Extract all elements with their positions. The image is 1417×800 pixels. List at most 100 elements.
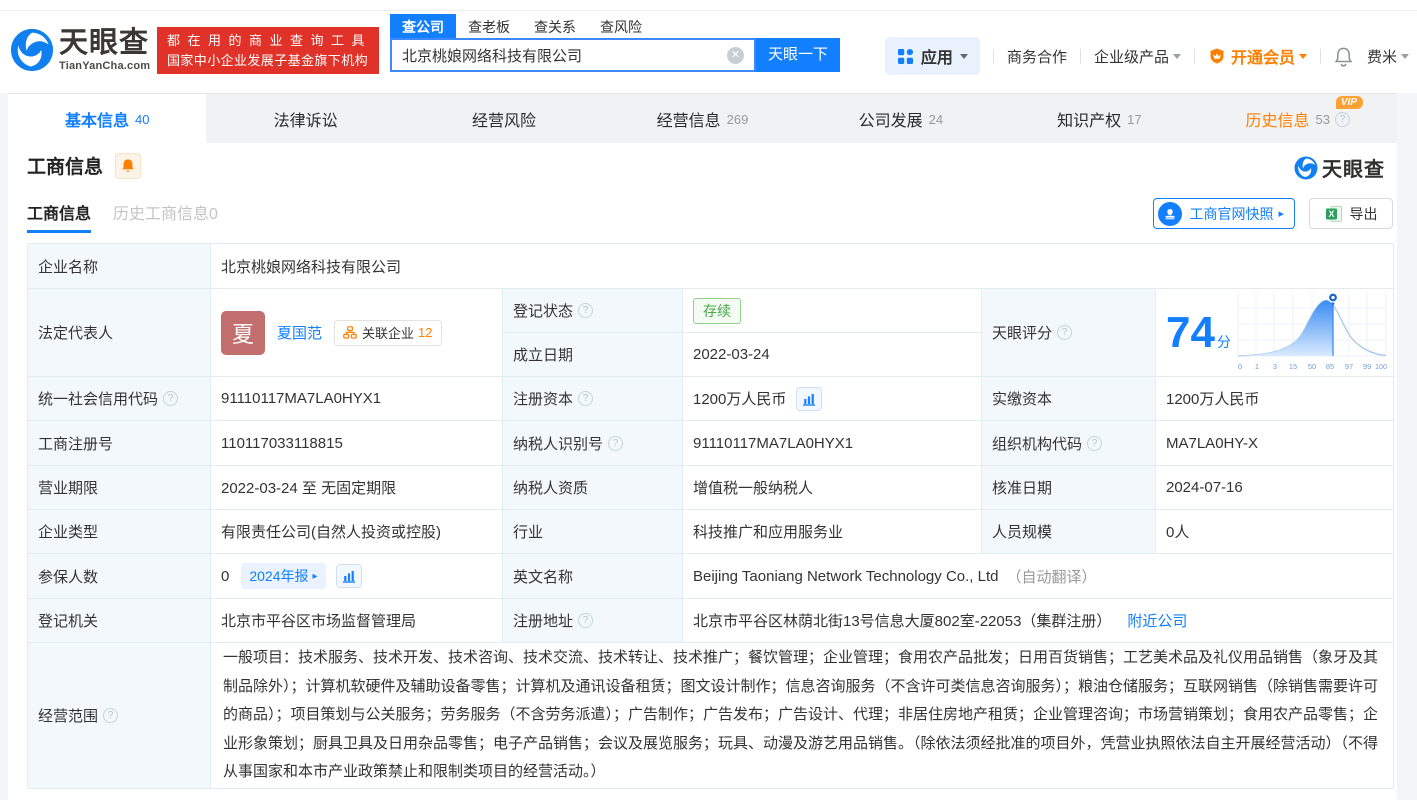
arrow-right-icon: ▸: [313, 571, 318, 582]
reg-status-label: 登记状态 ?: [503, 289, 683, 333]
staff-value: 0人: [1156, 510, 1394, 554]
user-name: 费米: [1367, 46, 1397, 67]
org-chart-icon: [343, 326, 357, 339]
label-text: 组织机构代码: [992, 433, 1082, 454]
search-tab-relation[interactable]: 查关系: [534, 17, 576, 37]
credit-code-value: 91110117MA7LA0HYX1: [211, 377, 503, 421]
export-button[interactable]: X 导出: [1309, 198, 1393, 229]
nav-cooperation[interactable]: 商务合作: [1007, 46, 1067, 67]
paid-capital-value: 1200万人民币: [1156, 377, 1394, 421]
bar-chart-icon: [802, 392, 816, 406]
export-label: 导出: [1350, 204, 1378, 224]
slogan-line1: 都在用的商业查询工具: [167, 31, 369, 51]
subscribe-bell-button[interactable]: [115, 153, 141, 179]
search-input[interactable]: 北京桃娘网络科技有限公司 ✕: [390, 38, 756, 72]
score-value: 74 分: [1156, 289, 1394, 377]
help-icon[interactable]: ?: [578, 391, 593, 406]
divider: [0, 10, 1417, 11]
header: 天眼查 TianYanCha.com 都在用的商业查询工具 国家中小企业发展子基…: [0, 0, 1417, 93]
help-icon[interactable]: ?: [1335, 112, 1350, 127]
help-icon[interactable]: ?: [608, 436, 623, 451]
help-icon[interactable]: ?: [578, 303, 593, 318]
search-tab-risk[interactable]: 查风险: [600, 17, 642, 37]
value-text: 北京市平谷区林荫北街13号信息大厦802室-22053（集群注册）: [693, 610, 1111, 631]
nav-user[interactable]: 费米: [1367, 46, 1409, 67]
help-icon[interactable]: ?: [103, 708, 118, 723]
tab-intellectual-property[interactable]: 知识产权 17: [1000, 94, 1198, 144]
term-label: 营业期限: [28, 466, 211, 510]
apps-menu[interactable]: 应用: [885, 37, 980, 75]
subtab-business-info[interactable]: 工商信息: [27, 200, 91, 233]
avatar[interactable]: 夏: [221, 311, 265, 355]
arrow-right-icon: ▸: [1278, 207, 1284, 220]
paid-capital-label: 实缴资本: [982, 377, 1156, 421]
label-text: 天眼评分: [992, 322, 1052, 343]
tab-operating-risk[interactable]: 经营风险: [405, 94, 603, 144]
taxpayer-id-value: 91110117MA7LA0HYX1: [683, 421, 982, 466]
search-tab-boss[interactable]: 查老板: [468, 17, 510, 37]
enterprise-label: 企业级产品: [1094, 46, 1169, 67]
capital-chart-button[interactable]: [796, 387, 822, 411]
tab-label: 基本信息: [65, 107, 129, 131]
scope-value: 一般项目：技术服务、技术开发、技术咨询、技术交流、技术转让、技术推广；餐饮管理；…: [211, 643, 1394, 789]
search-button[interactable]: 天眼一下: [756, 38, 840, 72]
address-value: 北京市平谷区林荫北街13号信息大厦802室-22053（集群注册） 附近公司: [683, 599, 1394, 643]
tab-count: 53: [1316, 112, 1330, 127]
sub-tabs: 工商信息 历史工商信息0: [27, 200, 240, 233]
chevron-down-icon: [1299, 54, 1307, 63]
related-companies-badge[interactable]: 关联企业 12: [334, 320, 441, 346]
subtab-history-business-info[interactable]: 历史工商信息0: [113, 200, 218, 233]
search-tab-company[interactable]: 查公司: [390, 14, 456, 40]
stamp-icon: [1158, 202, 1182, 226]
table-row: 企业类型 有限责任公司(自然人投资或控股) 行业 科技推广和应用服务业 人员规模…: [28, 510, 1394, 554]
tab-legal[interactable]: 法律诉讼: [206, 94, 404, 144]
approval-date-value: 2024-07-16: [1156, 466, 1394, 510]
value-text: Beijing Taoniang Network Technology Co.,…: [693, 568, 998, 585]
help-icon[interactable]: ?: [1087, 436, 1102, 451]
excel-icon: X: [1325, 205, 1343, 223]
divider: [1194, 49, 1195, 64]
tab-business-info[interactable]: 经营信息 269: [603, 94, 801, 144]
table-row: 企业名称 北京桃娘网络科技有限公司: [28, 244, 1394, 289]
svg-text:50: 50: [1308, 362, 1316, 371]
nav-vip[interactable]: 开通会员: [1208, 44, 1307, 68]
value-text: 0: [221, 568, 229, 585]
value-text: 1200万人民币: [693, 388, 786, 409]
tianyancha-logo[interactable]: 天眼查 TianYanCha.com: [10, 28, 150, 72]
table-row: 营业期限 2022-03-24 至 无固定期限 纳税人资质 增值税一般纳税人 核…: [28, 466, 1394, 510]
snapshot-label: 工商官网快照: [1189, 204, 1273, 224]
table-row: 成立日期 2022-03-24: [503, 333, 982, 377]
label-text: 注册地址: [513, 610, 573, 631]
tab-basic-info[interactable]: 基本信息 40: [8, 94, 206, 144]
help-icon[interactable]: ?: [163, 391, 178, 406]
est-date-label: 成立日期: [503, 333, 683, 377]
notification-bell[interactable]: [1334, 46, 1353, 67]
annual-report-badge[interactable]: 2024年报 ▸: [241, 563, 325, 589]
nearby-companies-link[interactable]: 附近公司: [1127, 610, 1187, 631]
help-icon[interactable]: ?: [578, 613, 593, 628]
en-name-label: 英文名称: [503, 554, 683, 599]
company-name-value: 北京桃娘网络科技有限公司: [211, 244, 1394, 289]
status-badge: 存续: [693, 298, 741, 324]
table-row: 统一社会信用代码 ? 91110117MA7LA0HYX1 注册资本 ? 120…: [28, 377, 1394, 421]
company-type-value: 有限责任公司(自然人投资或控股): [211, 510, 503, 554]
chevron-down-icon: [960, 54, 968, 63]
chevron-down-icon: [1173, 54, 1181, 63]
apps-grid-icon: [897, 48, 914, 65]
legal-rep-link[interactable]: 夏国范: [277, 322, 322, 343]
company-name-label: 企业名称: [28, 244, 211, 289]
table-row: 经营范围 ? 一般项目：技术服务、技术开发、技术咨询、技术交流、技术转让、技术推…: [28, 643, 1394, 789]
tab-count: 24: [929, 112, 943, 127]
nav-enterprise[interactable]: 企业级产品: [1094, 46, 1181, 67]
help-icon[interactable]: ?: [1057, 325, 1072, 340]
section-header: 工商信息: [27, 152, 141, 179]
insured-chart-button[interactable]: [336, 564, 362, 588]
table-row: 法定代表人 夏 夏国范 关联企业 12: [28, 289, 1394, 377]
tab-company-development[interactable]: 公司发展 24: [802, 94, 1000, 144]
chevron-down-icon: [1401, 54, 1409, 63]
official-snapshot-button[interactable]: 工商官网快照 ▸: [1153, 198, 1295, 229]
clear-icon[interactable]: ✕: [727, 47, 744, 64]
tab-label: 知识产权: [1057, 107, 1121, 131]
divider: [1080, 49, 1081, 64]
tab-history-info[interactable]: VIP 历史信息 53 ?: [1199, 94, 1397, 144]
